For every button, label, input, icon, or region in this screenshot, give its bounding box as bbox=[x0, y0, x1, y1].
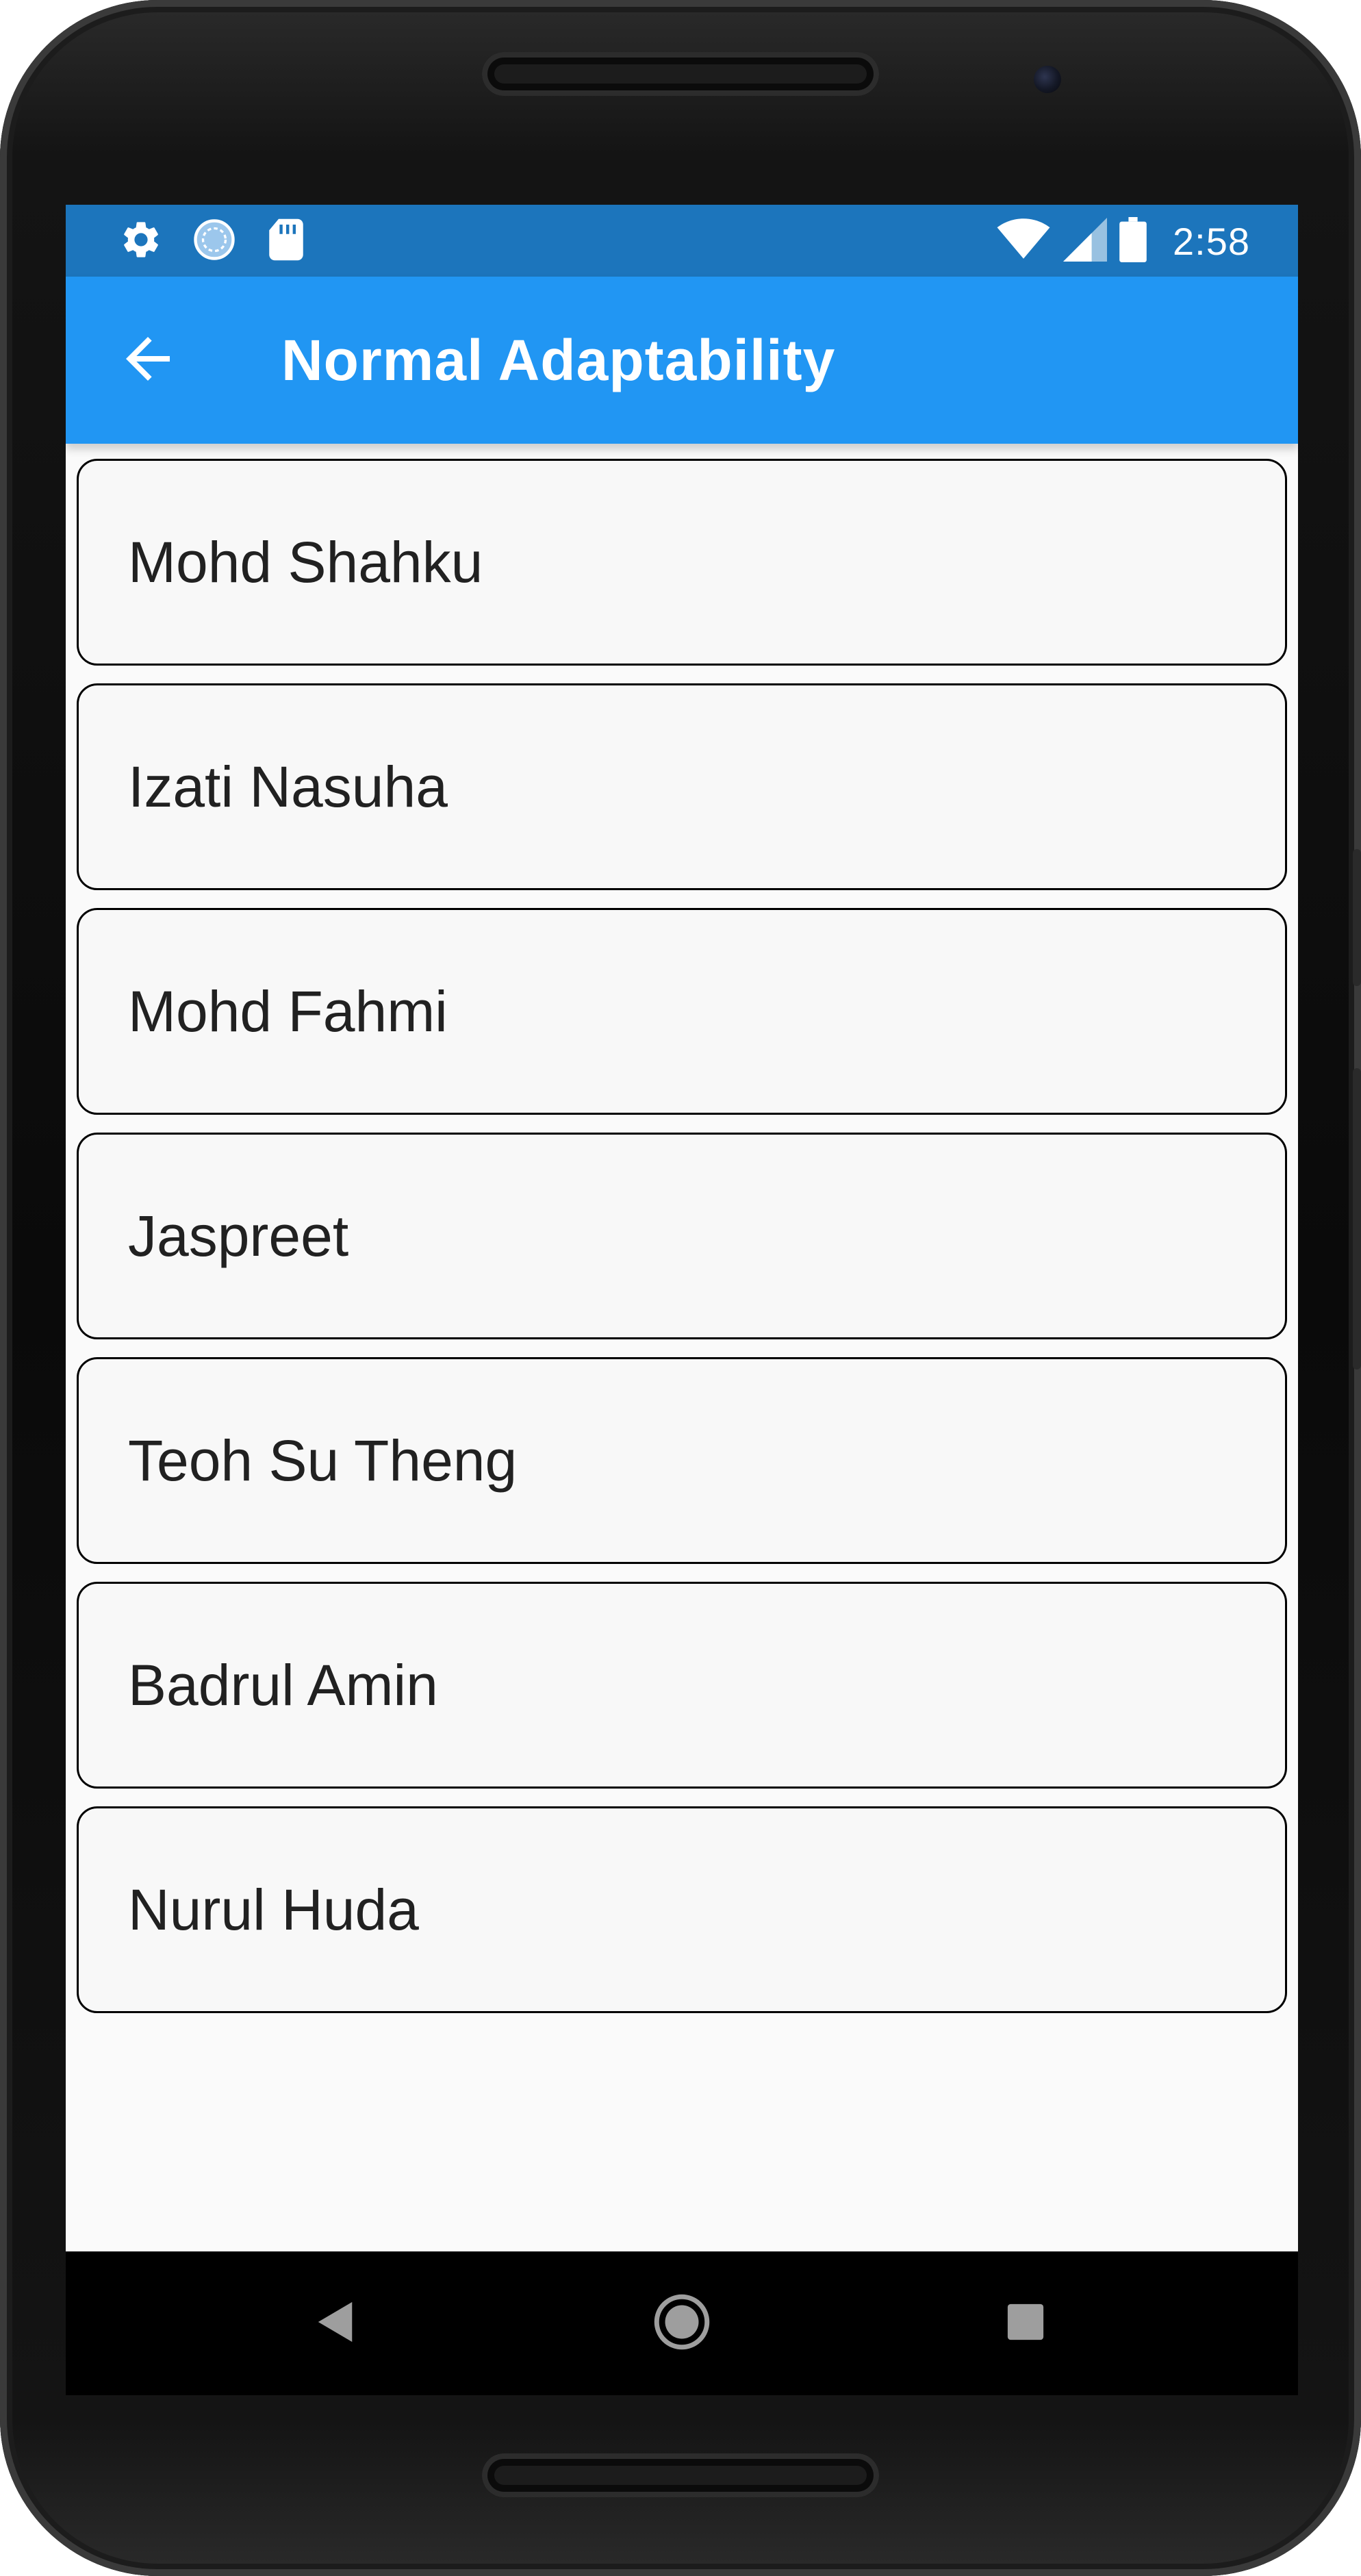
student-list: Mohd Shahku Izati Nasuha Mohd Fahmi Jasp… bbox=[77, 459, 1287, 2031]
home-circle-icon bbox=[653, 2293, 711, 2354]
power-button bbox=[1353, 849, 1361, 986]
list-item-label: Mohd Fahmi bbox=[128, 978, 448, 1044]
list-item[interactable]: Jaspreet bbox=[77, 1133, 1287, 1339]
list-item[interactable]: Teoh Su Theng bbox=[77, 1357, 1287, 1564]
arrow-left-icon bbox=[115, 326, 181, 395]
wifi-icon bbox=[996, 218, 1051, 265]
recents-square-icon bbox=[1006, 2302, 1045, 2345]
back-button[interactable] bbox=[114, 326, 182, 394]
list-item[interactable]: Izati Nasuha bbox=[77, 683, 1287, 890]
status-clock: 2:58 bbox=[1173, 219, 1250, 263]
cellular-signal-icon bbox=[1063, 217, 1107, 265]
page-title: Normal Adaptability bbox=[281, 328, 836, 392]
top-speaker-grille bbox=[482, 52, 879, 96]
phone-frame: 2:58 Normal Adaptability Mohd Shahku Iza… bbox=[0, 0, 1361, 2576]
list-item-label: Badrul Amin bbox=[128, 1652, 438, 1717]
gear-icon bbox=[119, 218, 163, 265]
nav-back-button[interactable] bbox=[298, 2286, 374, 2361]
app-bar: Normal Adaptability bbox=[66, 277, 1298, 444]
bottom-speaker-grille bbox=[482, 2453, 879, 2497]
back-triangle-icon bbox=[316, 2300, 357, 2347]
list-item-label: Jaspreet bbox=[128, 1203, 349, 1268]
list-item-label: Mohd Shahku bbox=[128, 529, 483, 594]
status-bar: 2:58 bbox=[66, 205, 1298, 277]
screen: 2:58 Normal Adaptability Mohd Shahku Iza… bbox=[66, 205, 1298, 2251]
list-item-label: Izati Nasuha bbox=[128, 754, 448, 819]
volume-button bbox=[1353, 1068, 1361, 1369]
nav-home-button[interactable] bbox=[644, 2286, 720, 2361]
list-item[interactable]: Nurul Huda bbox=[77, 1806, 1287, 2013]
battery-icon bbox=[1119, 216, 1147, 266]
nav-recents-button[interactable] bbox=[988, 2286, 1063, 2361]
list-item-label: Nurul Huda bbox=[128, 1877, 419, 1942]
front-camera bbox=[1034, 66, 1061, 93]
list-item-label: Teoh Su Theng bbox=[128, 1428, 518, 1493]
list-item[interactable]: Mohd Fahmi bbox=[77, 908, 1287, 1115]
list-item[interactable]: Badrul Amin bbox=[77, 1582, 1287, 1789]
sd-card-icon bbox=[266, 217, 307, 266]
navigation-bar bbox=[66, 2251, 1298, 2395]
sync-circle-icon bbox=[192, 217, 237, 266]
list-item[interactable]: Mohd Shahku bbox=[77, 459, 1287, 666]
